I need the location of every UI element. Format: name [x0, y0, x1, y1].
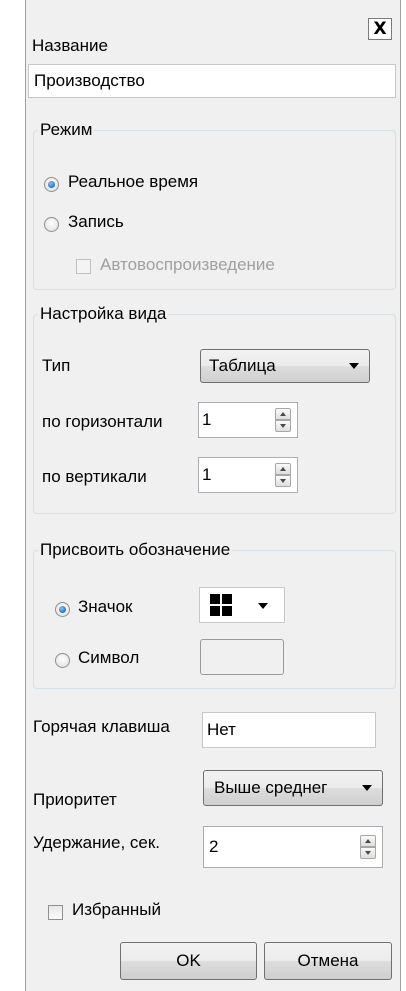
icon-option-label: Значок	[78, 597, 133, 616]
type-value: Таблица	[209, 356, 276, 375]
name-field[interactable]: Производство	[28, 64, 396, 98]
view-settings-legend: Настройка вида	[40, 304, 167, 323]
record-label: Запись	[68, 212, 124, 231]
vertical-decrement-button[interactable]	[275, 475, 291, 487]
autoplay-label: Автовоспроизведение	[100, 255, 275, 274]
type-label: Тип	[42, 356, 71, 375]
horizontal-spin-buttons	[275, 408, 291, 432]
symbol-option-label: Символ	[78, 648, 140, 667]
hold-decrement-button[interactable]	[360, 847, 376, 859]
chevron-down-icon	[362, 785, 372, 791]
hold-spin-buttons	[360, 835, 376, 859]
symbol-radio[interactable]	[55, 653, 70, 668]
close-button[interactable]: X	[368, 18, 392, 40]
grid-icon	[210, 594, 232, 616]
realtime-label: Реальное время	[68, 172, 199, 191]
horizontal-value: 1	[202, 410, 212, 429]
vertical-stepper[interactable]: 1	[198, 457, 298, 493]
autoplay-checkbox[interactable]	[76, 259, 91, 274]
close-icon: X	[373, 18, 387, 39]
realtime-radio[interactable]	[44, 177, 59, 192]
favorite-label: Избранный	[72, 900, 161, 919]
priority-dropdown[interactable]: Выше среднег	[203, 770, 383, 806]
favorite-checkbox[interactable]	[48, 905, 63, 920]
hold-value: 2	[209, 837, 219, 856]
mode-legend: Режим	[40, 120, 93, 139]
designation-legend: Присвоить обозначение	[40, 540, 231, 559]
priority-value: Выше среднег	[214, 778, 328, 797]
hold-label: Удержание, сек.	[33, 833, 161, 852]
hotkey-label: Горячая клавиша	[33, 717, 170, 736]
hold-increment-button[interactable]	[360, 835, 376, 847]
type-dropdown[interactable]: Таблица	[200, 349, 370, 383]
horizontal-stepper[interactable]: 1	[198, 402, 298, 438]
hold-stepper[interactable]: 2	[203, 826, 383, 868]
chevron-down-icon	[258, 603, 268, 609]
priority-label: Приоритет	[33, 790, 117, 809]
ok-button[interactable]: OK	[120, 942, 257, 980]
vertical-label: по вертикали	[42, 467, 147, 486]
horizontal-label: по горизонтали	[42, 412, 163, 431]
icon-radio[interactable]	[55, 602, 70, 617]
record-radio[interactable]	[44, 217, 59, 232]
hotkey-field[interactable]: Нет	[202, 712, 376, 748]
horizontal-decrement-button[interactable]	[275, 420, 291, 432]
vertical-value: 1	[202, 465, 212, 484]
name-label: Название	[32, 36, 108, 55]
vertical-increment-button[interactable]	[275, 463, 291, 475]
chevron-down-icon	[349, 363, 359, 369]
symbol-field[interactable]	[200, 639, 284, 675]
vertical-spin-buttons	[275, 463, 291, 487]
cancel-button[interactable]: Отмена	[264, 942, 392, 980]
icon-dropdown[interactable]	[199, 587, 285, 623]
horizontal-increment-button[interactable]	[275, 408, 291, 420]
